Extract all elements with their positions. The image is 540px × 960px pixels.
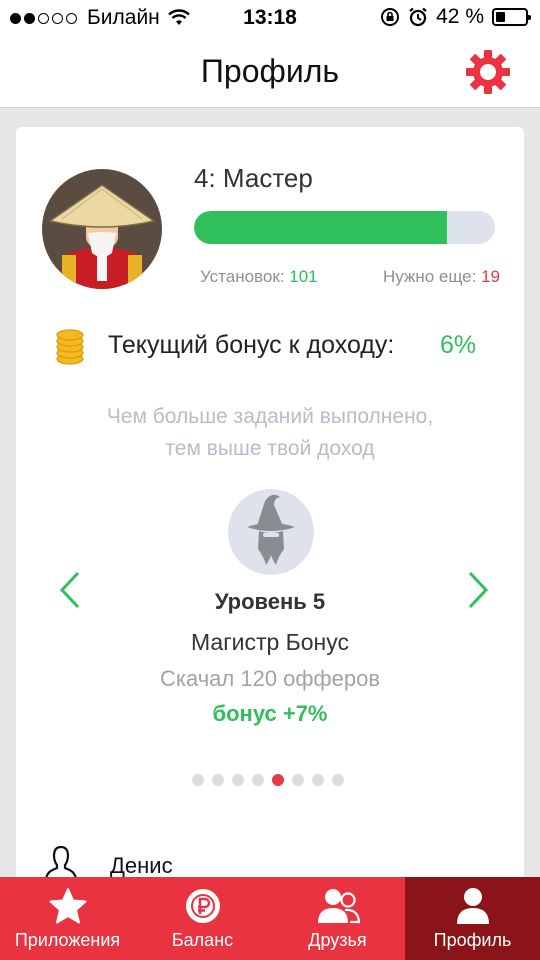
- tab-bar: Приложения Баланс Друзья Профиль: [0, 877, 540, 960]
- wizard-level-icon: [228, 489, 314, 575]
- tab-label-profile: Профиль: [433, 930, 512, 950]
- settings-gear-icon[interactable]: [464, 48, 512, 96]
- level-description: Скачал 120 офферов: [159, 666, 381, 691]
- current-level-name: 4: Мастер: [194, 163, 313, 193]
- level-pager[interactable]: [192, 774, 344, 786]
- battery-icon: [492, 8, 531, 26]
- tab-balance[interactable]: Баланс: [135, 877, 270, 960]
- navigation-header: Профиль: [0, 36, 540, 108]
- pager-dot[interactable]: [252, 774, 264, 786]
- installs-value: 101: [289, 267, 318, 286]
- needed-value: 19: [481, 267, 500, 286]
- alarm-icon: [409, 7, 427, 27]
- level-rank: Магистр Бонус: [191, 629, 349, 655]
- star-icon: [49, 888, 86, 924]
- level-bonus: бонус +7%: [212, 701, 328, 726]
- profile-card: 4: Мастер Установок: 101 Нужно еще: 19 Т…: [16, 127, 524, 887]
- master-avatar-image: [42, 169, 162, 289]
- tab-apps[interactable]: Приложения: [0, 877, 135, 960]
- level-number: Уровень 5: [214, 589, 326, 614]
- hint-line-1: Чем больше заданий выполнено,: [106, 405, 434, 428]
- pager-dot[interactable]: [292, 774, 304, 786]
- pager-dot[interactable]: [232, 774, 244, 786]
- friends-icon: [317, 889, 360, 924]
- hint-text: Чем больше заданий выполнено, тем выше т…: [16, 401, 524, 465]
- current-bonus-row: Текущий бонус к доходу: 6%: [54, 327, 494, 367]
- bonus-label: Текущий бонус к доходу:: [108, 331, 395, 359]
- page-title: Профиль: [200, 53, 340, 89]
- tab-label-balance: Баланс: [171, 930, 234, 950]
- pager-dot[interactable]: [272, 774, 284, 786]
- bonus-value: 6%: [440, 331, 477, 359]
- tab-label-friends: Друзья: [308, 930, 367, 950]
- battery-percent: 42 %: [436, 5, 484, 28]
- tab-friends[interactable]: Друзья: [270, 877, 405, 960]
- installs-label: Установок:: [200, 267, 285, 286]
- pager-dot[interactable]: [312, 774, 324, 786]
- pager-dot[interactable]: [332, 774, 344, 786]
- tab-profile[interactable]: Профиль: [405, 877, 540, 960]
- rotation-lock-icon: [381, 8, 400, 26]
- ruble-coin-icon: [185, 889, 220, 923]
- profile-icon: [456, 888, 489, 924]
- hint-line-2: тем выше твой доход: [165, 437, 375, 460]
- status-bar: Билайн 13:18 42 %: [0, 0, 540, 36]
- coins-icon: [56, 329, 84, 365]
- pager-dot[interactable]: [192, 774, 204, 786]
- level-progress-bar: [194, 211, 495, 244]
- needed-label: Нужно еще:: [383, 267, 477, 286]
- tab-label-apps: Приложения: [14, 930, 121, 950]
- pager-dot[interactable]: [212, 774, 224, 786]
- user-name[interactable]: Денис: [110, 853, 173, 879]
